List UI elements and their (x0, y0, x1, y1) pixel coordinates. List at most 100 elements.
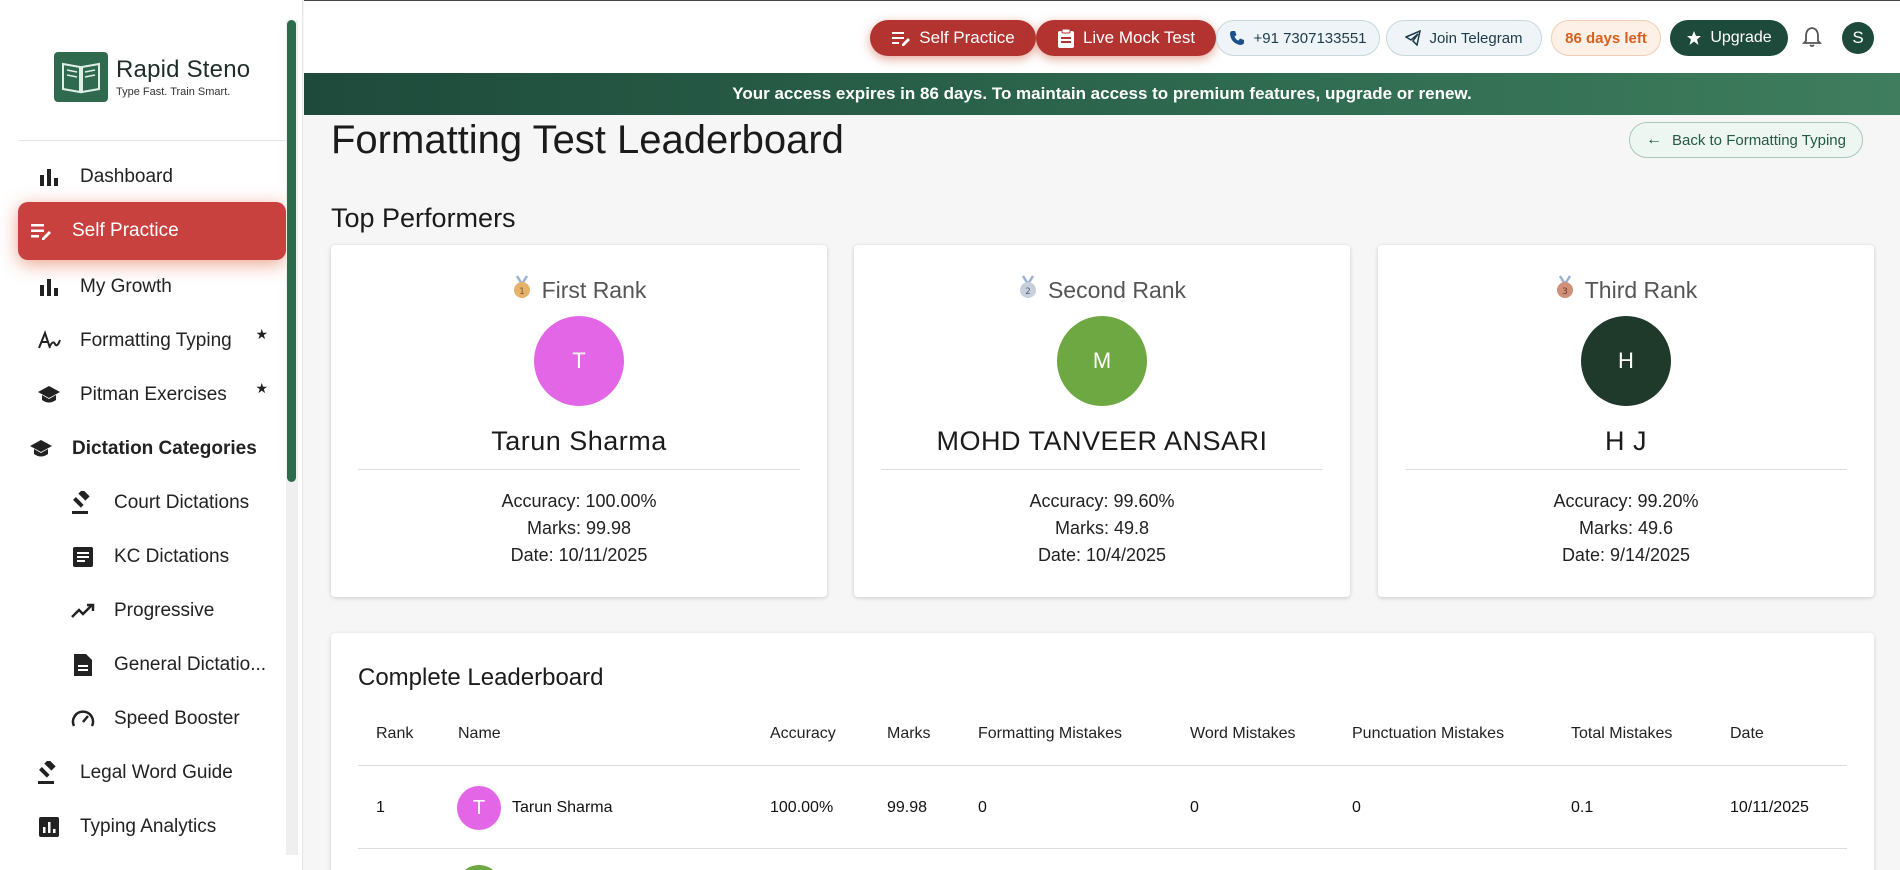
date-value: Date: 10/11/2025 (510, 545, 648, 565)
rank-label: Third Rank (1584, 276, 1698, 303)
divider (358, 469, 800, 470)
top-performer-card: 2 Second Rank M MOHD TANVEER ANSARI Accu… (854, 245, 1350, 597)
sidebar-item-legal-word-guide[interactable]: Legal Word Guide (18, 746, 286, 800)
app-name: Rapid Steno (116, 56, 251, 83)
live-mock-label: Live Mock Test (1082, 28, 1196, 47)
column-header-formatting-mistakes[interactable]: Formatting Mistakes (978, 725, 1122, 743)
sidebar-item-label: Dashboard (80, 166, 173, 187)
bar-chart-icon (36, 274, 62, 300)
top-performers-title: Top Performers (331, 203, 516, 233)
column-header-name[interactable]: Name (458, 725, 501, 743)
divider (881, 469, 1323, 470)
sidebar: Rapid Steno Type Fast. Train Smart. Dash… (0, 0, 303, 870)
date-value: Date: 10/4/2025 (1037, 545, 1167, 565)
graduation-cap-icon (36, 382, 62, 408)
sidebar-item-court-dictations[interactable]: Court Dictations (18, 476, 286, 530)
medal-icon: 1 (512, 275, 532, 305)
sidebar-item-progressive[interactable]: Progressive (18, 584, 286, 638)
telegram-icon (1405, 30, 1422, 46)
cell-punctuation-mistakes: 0 (1352, 799, 1361, 816)
sidebar-item-pitman-exercises[interactable]: Pitman Exercises ★ (18, 368, 286, 422)
document-icon (70, 652, 96, 678)
gavel-icon (36, 760, 62, 786)
top-performer-card: 1 First Rank T Tarun Sharma Accuracy: 10… (331, 245, 827, 597)
column-header-rank[interactable]: Rank (376, 725, 413, 743)
avatar: M (1057, 316, 1147, 406)
cell-marks: 99.98 (887, 799, 928, 816)
star-icon (1686, 30, 1702, 46)
accuracy-value: Accuracy: 99.60% (1029, 491, 1175, 511)
edit-list-icon (891, 29, 911, 47)
column-header-total-mistakes[interactable]: Total Mistakes (1571, 725, 1672, 743)
medal-icon: 2 (1018, 275, 1038, 305)
leaderboard-title: Complete Leaderboard (358, 664, 604, 691)
sidebar-item-label: Formatting Typing (80, 330, 232, 351)
sidebar-item-label: Pitman Exercises (80, 384, 227, 405)
marks-value: Marks: 49.8 (1054, 518, 1150, 538)
self-practice-button[interactable]: Self Practice (870, 20, 1036, 56)
divider (1405, 469, 1847, 470)
avatar (457, 865, 501, 870)
app-tagline: Type Fast. Train Smart. (116, 86, 231, 98)
sidebar-item-speed-booster[interactable]: Speed Booster (18, 692, 286, 746)
sidebar-item-dashboard[interactable]: Dashboard (18, 150, 286, 204)
app-logo[interactable]: Rapid Steno Type Fast. Train Smart. (54, 52, 250, 102)
sidebar-section-dictation-categories[interactable]: Dictation Categories (18, 422, 286, 476)
sidebar-item-formatting-typing[interactable]: Formatting Typing ★ (18, 314, 286, 368)
column-header-punctuation-mistakes[interactable]: Punctuation Mistakes (1352, 725, 1504, 743)
sidebar-scrollbar-thumb[interactable] (287, 20, 296, 482)
gavel-icon (70, 490, 96, 516)
user-avatar[interactable]: S (1842, 22, 1874, 54)
top-performer-card: 3 Third Rank H H J Accuracy: 99.20% Mark… (1378, 245, 1874, 597)
date-value: Date: 9/14/2025 (1561, 545, 1691, 565)
column-header-accuracy[interactable]: Accuracy (770, 725, 836, 743)
sidebar-item-label: Self Practice (72, 220, 179, 241)
star-icon: ★ (255, 380, 268, 396)
svg-text:3: 3 (1562, 287, 1568, 297)
sidebar-item-kc-dictations[interactable]: KC Dictations (18, 530, 286, 584)
join-telegram-button[interactable]: Join Telegram (1386, 20, 1542, 56)
speedometer-icon (70, 706, 96, 732)
complete-leaderboard: Complete Leaderboard Rank Name Accuracy … (331, 633, 1874, 870)
medal-icon: 3 (1555, 275, 1575, 305)
column-header-word-mistakes[interactable]: Word Mistakes (1190, 725, 1296, 743)
sidebar-item-label: Legal Word Guide (80, 762, 233, 783)
self-practice-label: Self Practice (919, 28, 1015, 47)
phone-button[interactable]: +91 7307133551 (1216, 20, 1380, 56)
analytics-icon (36, 814, 62, 840)
days-left-label: 86 days left (1565, 29, 1647, 47)
svg-text:2: 2 (1025, 287, 1031, 297)
sidebar-item-label: KC Dictations (114, 546, 230, 567)
rank-label: Second Rank (1047, 276, 1187, 303)
trending-up-icon (70, 598, 96, 624)
sidebar-item-label: My Growth (80, 276, 172, 297)
avatar: T (457, 786, 501, 830)
signature-icon (36, 328, 62, 354)
live-mock-test-button[interactable]: Live Mock Test (1036, 20, 1216, 56)
notification-bell-icon[interactable] (1801, 26, 1823, 53)
marks-value: Marks: 49.6 (1578, 518, 1674, 538)
accuracy-value: Accuracy: 100.00% (501, 491, 657, 511)
upgrade-label: Upgrade (1710, 29, 1772, 46)
rank-label: First Rank (541, 276, 647, 303)
column-header-date[interactable]: Date (1730, 725, 1764, 743)
back-label: Back to Formatting Typing (1672, 131, 1846, 149)
star-icon: ★ (255, 326, 268, 342)
sidebar-item-typing-analytics[interactable]: Typing Analytics (18, 800, 286, 854)
sidebar-item-self-practice[interactable]: Self Practice (18, 202, 286, 260)
sidebar-item-my-growth[interactable]: My Growth (18, 260, 286, 314)
upgrade-button[interactable]: Upgrade (1670, 20, 1788, 56)
avatar: T (534, 316, 624, 406)
performer-name: MOHD TANVEER ANSARI (936, 426, 1268, 456)
phone-label: +91 7307133551 (1253, 29, 1367, 47)
sidebar-item-label: Dictation Categories (72, 438, 257, 459)
graduation-cap-icon (28, 436, 54, 462)
back-to-formatting-button[interactable]: ← Back to Formatting Typing (1629, 122, 1863, 158)
sidebar-item-general-dictation[interactable]: General Dictatio... (18, 638, 286, 692)
arrow-left-icon: ← (1646, 131, 1662, 148)
days-left-badge: 86 days left (1551, 20, 1661, 56)
sidebar-item-label: Court Dictations (114, 492, 250, 513)
cell-accuracy: 100.00% (770, 799, 834, 816)
row-divider (358, 848, 1847, 849)
column-header-marks[interactable]: Marks (887, 725, 931, 743)
